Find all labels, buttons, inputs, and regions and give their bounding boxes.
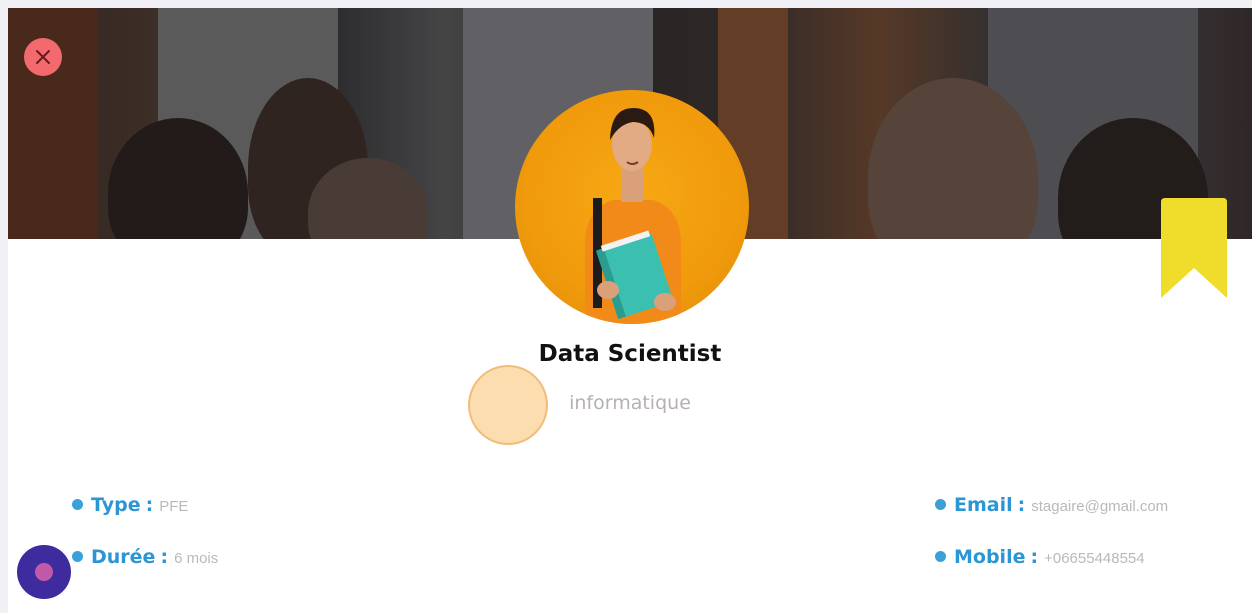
offer-card: Data Scientist informatique Type : PFE D… bbox=[8, 8, 1252, 613]
detail-type: Type : PFE bbox=[72, 494, 188, 516]
duration-label: Durée bbox=[91, 546, 156, 568]
mobile-label: Mobile bbox=[954, 546, 1026, 568]
type-value: PFE bbox=[159, 498, 189, 515]
bookmark-icon[interactable] bbox=[1161, 198, 1227, 298]
bullet-icon bbox=[72, 551, 83, 562]
offer-title: Data Scientist bbox=[538, 341, 722, 367]
mobile-value[interactable]: +06655448554 bbox=[1044, 550, 1145, 567]
type-label: Type bbox=[91, 494, 141, 516]
duration-value: 6 mois bbox=[174, 550, 219, 567]
assistive-touch-icon bbox=[35, 563, 53, 581]
detail-mobile: Mobile : +06655448554 bbox=[935, 546, 1145, 568]
touch-indicator bbox=[468, 365, 548, 445]
close-icon bbox=[36, 50, 50, 64]
bullet-icon bbox=[935, 551, 946, 562]
detail-email: Email : stagaire@gmail.com bbox=[935, 494, 1168, 516]
bullet-icon bbox=[935, 499, 946, 510]
avatar bbox=[515, 90, 749, 324]
bullet-icon bbox=[72, 499, 83, 510]
close-button[interactable] bbox=[24, 38, 62, 76]
email-value[interactable]: stagaire@gmail.com bbox=[1031, 498, 1168, 515]
email-label: Email bbox=[954, 494, 1013, 516]
student-photo bbox=[585, 108, 681, 324]
detail-duration: Durée : 6 mois bbox=[72, 546, 218, 568]
assistive-touch-button[interactable] bbox=[17, 545, 71, 599]
offer-category: informatique bbox=[569, 392, 691, 414]
